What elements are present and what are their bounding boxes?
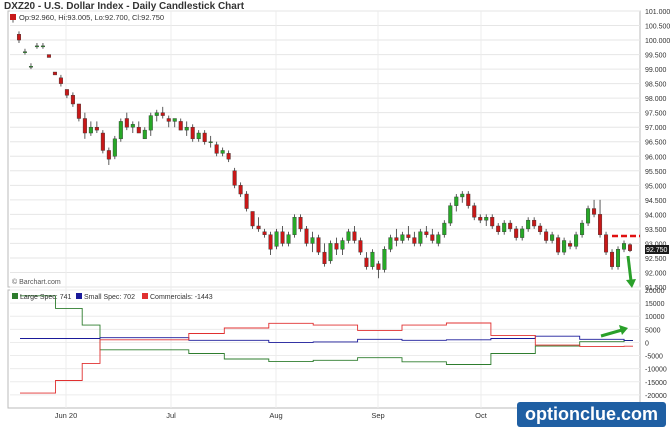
date-tick-label: Jul: [166, 411, 176, 420]
price-tick-label: 98.000: [645, 96, 667, 103]
date-axis: Jun 20 Jul Aug Sep Oct: [55, 411, 488, 420]
candle: [112, 135, 117, 160]
cot-tick-label: 20000: [645, 288, 665, 295]
candle: [370, 249, 375, 270]
credit-text: © Barchart.com: [12, 278, 61, 286]
candle: [610, 249, 615, 270]
legend-swatch: [142, 293, 148, 299]
price-tick-label: 95.000: [645, 183, 667, 190]
legend-swatch: [76, 293, 82, 299]
price-tick-label: 94.500: [645, 198, 667, 205]
cot-tick-label: 10000: [645, 314, 665, 321]
date-tick-label: Oct: [475, 411, 488, 420]
price-tick-label: 96.500: [645, 140, 667, 147]
legend-label: Small Spec: 702: [84, 294, 135, 301]
price-tick-label: 100.500: [645, 24, 670, 31]
legend-label: Large Spec: 741: [20, 294, 71, 301]
legend-label: Commercials: -1443: [150, 294, 213, 301]
price-tick-label: 97.000: [645, 125, 667, 132]
cot-tick-label: 0: [645, 340, 649, 347]
candle: [316, 234, 321, 256]
price-tick-label: 99.000: [645, 67, 667, 74]
candle: [100, 130, 105, 154]
cot-tick-label: 5000: [645, 327, 661, 334]
candle: [556, 234, 561, 256]
cot-panel: [7, 289, 641, 409]
price-tick-label: 97.500: [645, 111, 667, 118]
cot-tick-label: -10000: [645, 367, 667, 374]
price-tick-label: 96.000: [645, 154, 667, 161]
cot-legend: Large Spec: 741 Small Spec: 702 Commercial…: [12, 293, 213, 301]
candle: [616, 246, 621, 270]
date-tick-label: Sep: [371, 411, 384, 420]
candle: [448, 202, 453, 226]
candle: [244, 191, 249, 212]
candle: [604, 231, 609, 256]
cot-tick-label: -15000: [645, 380, 667, 387]
date-tick-label: Jun 20: [55, 411, 78, 420]
candle: [52, 71, 57, 76]
candle: [382, 246, 387, 273]
chart-title: DXZ20 - U.S. Dollar Index - Daily Candle…: [4, 1, 245, 12]
cot-axis: 20000 15000 10000 5000 0 -5000 -10000 -15000 -20…: [645, 288, 667, 400]
cot-tick-label: 15000: [645, 301, 665, 308]
candle: [304, 225, 309, 247]
price-tick-label: 92.500: [645, 256, 667, 263]
candle: [274, 228, 279, 250]
price-tick-label: 94.000: [645, 212, 667, 219]
candle: [328, 240, 333, 264]
price-tick-label: 99.500: [645, 53, 667, 60]
candle: [292, 214, 297, 238]
ohlc-readout: Op:92.960, Hi:93.005, Lo:92.700, Cl:92.7…: [19, 13, 164, 22]
candle: [46, 54, 51, 58]
cot-tick-label: -20000: [645, 393, 667, 400]
watermark-logo: optionclue.com: [516, 402, 666, 427]
candle: [586, 205, 591, 226]
chart-canvas: 101.000 100.500 100.000 99.500 99.000 98.500 9…: [7, 9, 670, 420]
price-tick-label: 101.000: [645, 9, 670, 16]
legend-swatch: [12, 293, 18, 299]
price-tick-label: 95.500: [645, 169, 667, 176]
price-tick-label: 98.500: [645, 82, 667, 89]
candle: [628, 243, 632, 253]
price-tick-label: 92.000: [645, 270, 667, 277]
ohlc-marker: [10, 14, 16, 20]
price-tick-label: 93.500: [645, 227, 667, 234]
candle: [232, 167, 237, 189]
date-tick-label: Aug: [269, 411, 282, 420]
cot-tick-label: -5000: [645, 354, 663, 361]
last-price-label: 92.750: [646, 247, 668, 254]
price-tick-label: 100.000: [645, 38, 670, 45]
candle: [118, 118, 123, 142]
